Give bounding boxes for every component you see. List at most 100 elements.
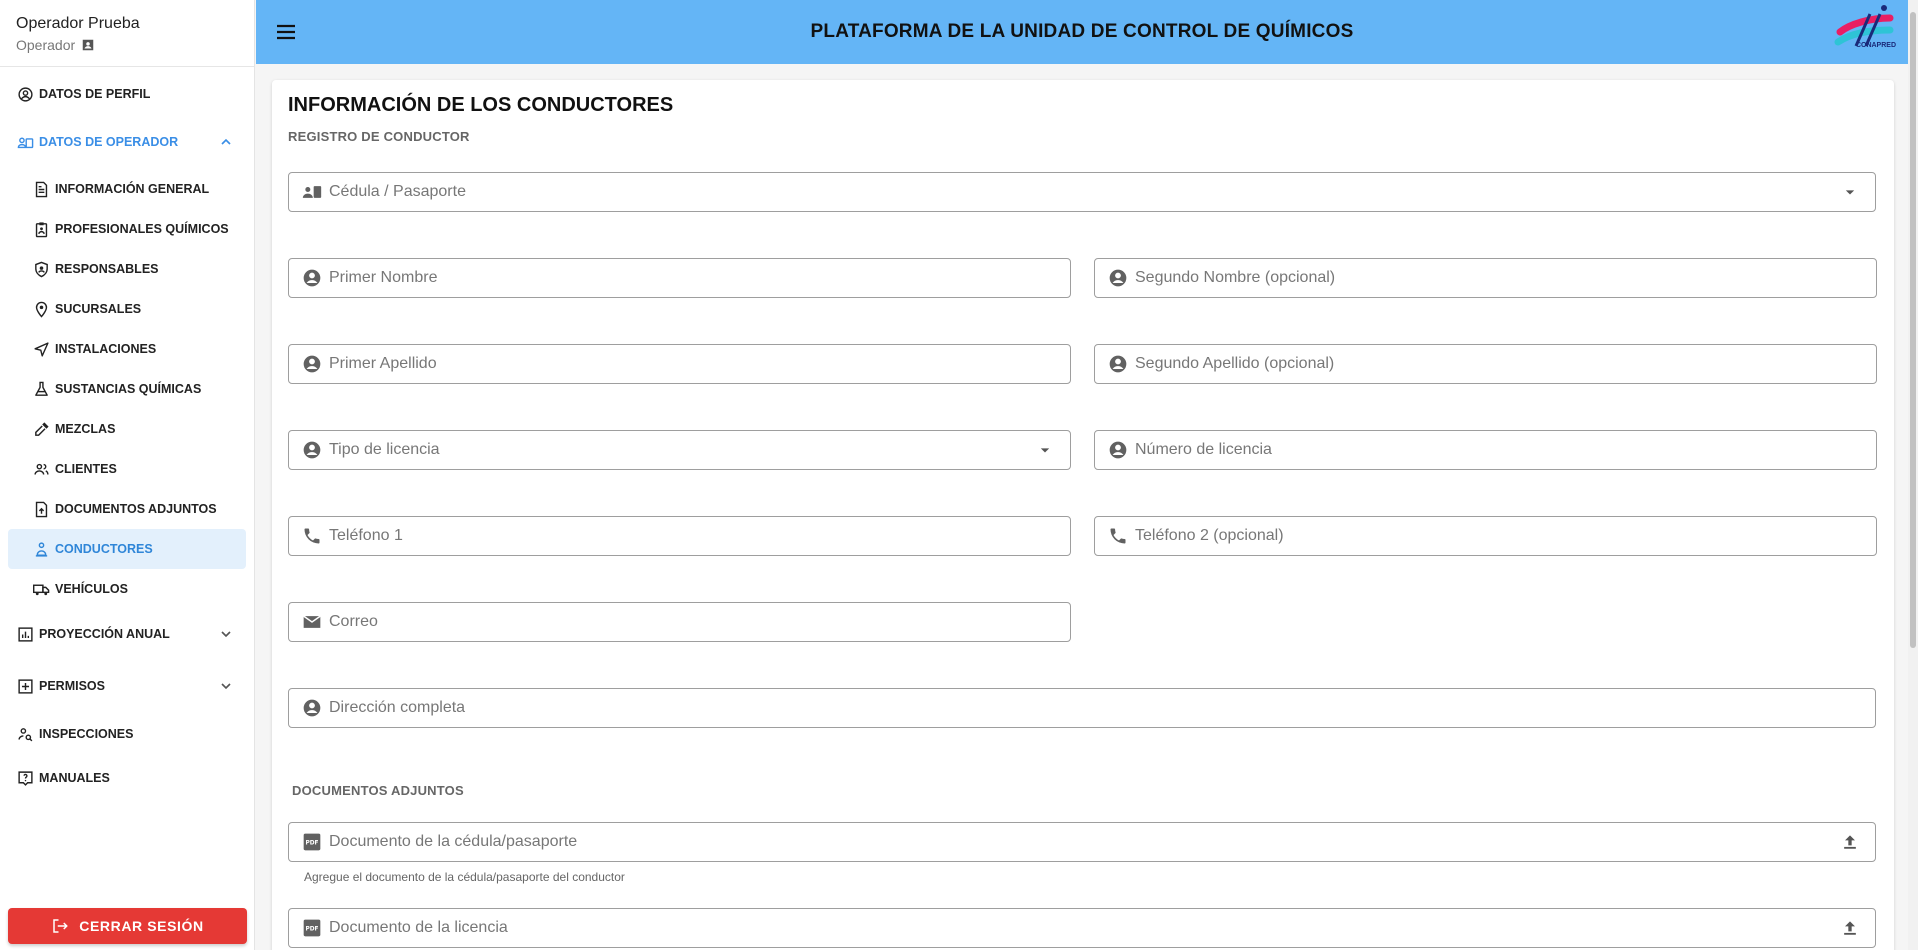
chevron-up-icon[interactable] — [218, 134, 234, 150]
cedula-doc-hint: Agregue el documento de la cédula/pasapo… — [304, 870, 625, 884]
mail-icon — [301, 611, 323, 633]
clipboard-person-icon — [32, 220, 50, 238]
sidebar-item-sustancias-quimicas[interactable]: SUSTANCIAS QUÍMICAS — [8, 369, 246, 409]
sidebar-item-proyeccion-anual[interactable]: PROYECCIÓN ANUAL — [8, 614, 246, 654]
add-box-icon — [16, 677, 34, 695]
telefono2-input[interactable]: Teléfono 2 (opcional) — [1094, 516, 1877, 556]
sidebar-item-mezclas[interactable]: MEZCLAS — [8, 409, 246, 449]
account-circle-icon — [301, 267, 323, 289]
sidebar-item-profesionales-quimicos[interactable]: PROFESIONALES QUÍMICOS — [8, 209, 246, 249]
dropdown-arrow-icon[interactable] — [1839, 181, 1861, 203]
account-circle-icon — [301, 439, 323, 461]
svg-text:PDF: PDF — [305, 927, 318, 933]
sidebar-item-datos-perfil[interactable]: DATOS DE PERFIL — [8, 74, 246, 114]
flask-icon — [32, 380, 50, 398]
document-info-icon — [32, 180, 50, 198]
truck-icon — [32, 580, 50, 598]
account-circle-icon — [301, 353, 323, 375]
direccion-placeholder: Dirección completa — [329, 699, 466, 716]
numero-licencia-input[interactable]: Número de licencia — [1094, 430, 1877, 470]
account-circle-icon — [1107, 267, 1129, 289]
person-search-icon — [16, 725, 34, 743]
chevron-down-icon[interactable] — [218, 678, 234, 694]
sidebar-item-label: INSTALACIONES — [55, 342, 157, 356]
page-scrollbar[interactable] — [1908, 0, 1918, 950]
account-circle-icon — [16, 85, 34, 103]
shield-person-icon — [32, 260, 50, 278]
sidebar-item-responsables[interactable]: RESPONSABLES — [8, 249, 246, 289]
sidebar-item-inspecciones[interactable]: INSPECCIONES — [8, 714, 246, 754]
logout-button[interactable]: CERRAR SESIÓN — [8, 908, 247, 944]
group-icon — [32, 460, 50, 478]
sidebar-item-conductores[interactable]: CONDUCTORES — [8, 529, 246, 569]
logo-text: CONAPRED — [1855, 42, 1896, 49]
sidebar-item-label: INSPECCIONES — [39, 727, 134, 741]
user-role: Operador — [16, 36, 238, 54]
sidebar-item-documentos-adjuntos[interactable]: DOCUMENTOS ADJUNTOS — [8, 489, 246, 529]
page-title: PLATAFORMA DE LA UNIDAD DE CONTROL DE QU… — [810, 21, 1354, 42]
sidebar-item-sucursales[interactable]: SUCURSALES — [8, 289, 246, 329]
chevron-down-icon[interactable] — [218, 626, 234, 642]
sidebar-item-datos-operador[interactable]: DATOS DE OPERADOR — [8, 122, 246, 162]
sidebar-item-label: SUCURSALES — [55, 302, 142, 316]
sidebar-item-label: INFORMACIÓN GENERAL — [55, 182, 210, 196]
sidebar-item-label: DATOS DE OPERADOR — [39, 135, 179, 149]
primer-nombre-input[interactable]: Primer Nombre — [288, 258, 1071, 298]
user-name: Operador Prueba — [16, 15, 140, 32]
account-circle-icon — [1107, 439, 1129, 461]
cedula-document-upload[interactable]: PDF Documento de la cédula/pasaporte — [288, 822, 1876, 862]
logout-icon — [53, 919, 69, 933]
segundo-nombre-input[interactable]: Segundo Nombre (opcional) — [1094, 258, 1877, 298]
section-title: INFORMACIÓN DE LOS CONDUCTORES — [288, 94, 674, 116]
upload-icon[interactable] — [1839, 831, 1861, 853]
sidebar: Operador Prueba Operador DATOS DE PERFIL… — [0, 0, 255, 950]
svg-text:PDF: PDF — [305, 841, 318, 847]
dropdown-arrow-icon[interactable] — [1034, 439, 1056, 461]
sidebar-item-label: VEHÍCULOS — [55, 582, 128, 596]
sidebar-item-clientes[interactable]: CLIENTES — [8, 449, 246, 489]
account-circle-icon — [301, 697, 323, 719]
logout-label: CERRAR SESIÓN — [79, 918, 204, 934]
direccion-input[interactable]: Dirección completa — [288, 688, 1876, 728]
sidebar-item-label: PROYECCIÓN ANUAL — [39, 627, 170, 641]
segundo-nombre-placeholder: Segundo Nombre (opcional) — [1135, 269, 1336, 286]
user-role-label: Operador — [16, 37, 76, 53]
phone-icon — [301, 525, 323, 547]
app-header: PLATAFORMA DE LA UNIDAD DE CONTROL DE QU… — [256, 0, 1908, 64]
bar-chart-icon — [16, 625, 34, 643]
sidebar-item-instalaciones[interactable]: INSTALACIONES — [8, 329, 246, 369]
licencia-doc-placeholder: Documento de la licencia — [329, 919, 508, 936]
upload-icon[interactable] — [1839, 917, 1861, 939]
location-pin-icon — [32, 300, 50, 318]
segundo-apellido-placeholder: Segundo Apellido (opcional) — [1135, 355, 1335, 372]
navigation-arrow-icon — [32, 340, 50, 358]
id-card-icon — [301, 181, 323, 203]
segundo-apellido-input[interactable]: Segundo Apellido (opcional) — [1094, 344, 1877, 384]
sidebar-item-permisos[interactable]: PERMISOS — [8, 666, 246, 706]
sidebar-item-label: CONDUCTORES — [55, 542, 153, 556]
driver-icon — [32, 540, 50, 558]
sidebar-item-label: MANUALES — [39, 771, 110, 785]
cedula-select[interactable]: Cédula / Pasaporte — [288, 172, 1876, 212]
scrollbar-thumb[interactable] — [1910, 12, 1916, 648]
sidebar-item-informacion-general[interactable]: INFORMACIÓN GENERAL — [8, 169, 246, 209]
correo-input[interactable]: Correo — [288, 602, 1071, 642]
sidebar-item-vehiculos[interactable]: VEHÍCULOS — [8, 569, 246, 609]
cedula-placeholder: Cédula / Pasaporte — [329, 183, 466, 200]
sidebar-item-label: PROFESIONALES QUÍMICOS — [55, 222, 229, 236]
licencia-document-upload[interactable]: PDF Documento de la licencia — [288, 908, 1876, 948]
primer-apellido-input[interactable]: Primer Apellido — [288, 344, 1071, 384]
correo-placeholder: Correo — [329, 613, 378, 630]
help-box-icon — [16, 769, 34, 787]
cedula-doc-placeholder: Documento de la cédula/pasaporte — [329, 833, 578, 850]
sidebar-item-label: RESPONSABLES — [55, 262, 159, 276]
tipo-licencia-select[interactable]: Tipo de licencia — [288, 430, 1071, 470]
tipo-licencia-placeholder: Tipo de licencia — [329, 441, 440, 458]
sidebar-item-manuales[interactable]: MANUALES — [8, 758, 246, 798]
telefono1-input[interactable]: Teléfono 1 — [288, 516, 1071, 556]
file-upload-icon — [32, 500, 50, 518]
sidebar-item-label: SUSTANCIAS QUÍMICAS — [55, 382, 202, 396]
telefono1-placeholder: Teléfono 1 — [329, 527, 403, 544]
sidebar-item-label: PERMISOS — [39, 679, 105, 693]
user-block: Operador Prueba Operador — [0, 0, 254, 67]
